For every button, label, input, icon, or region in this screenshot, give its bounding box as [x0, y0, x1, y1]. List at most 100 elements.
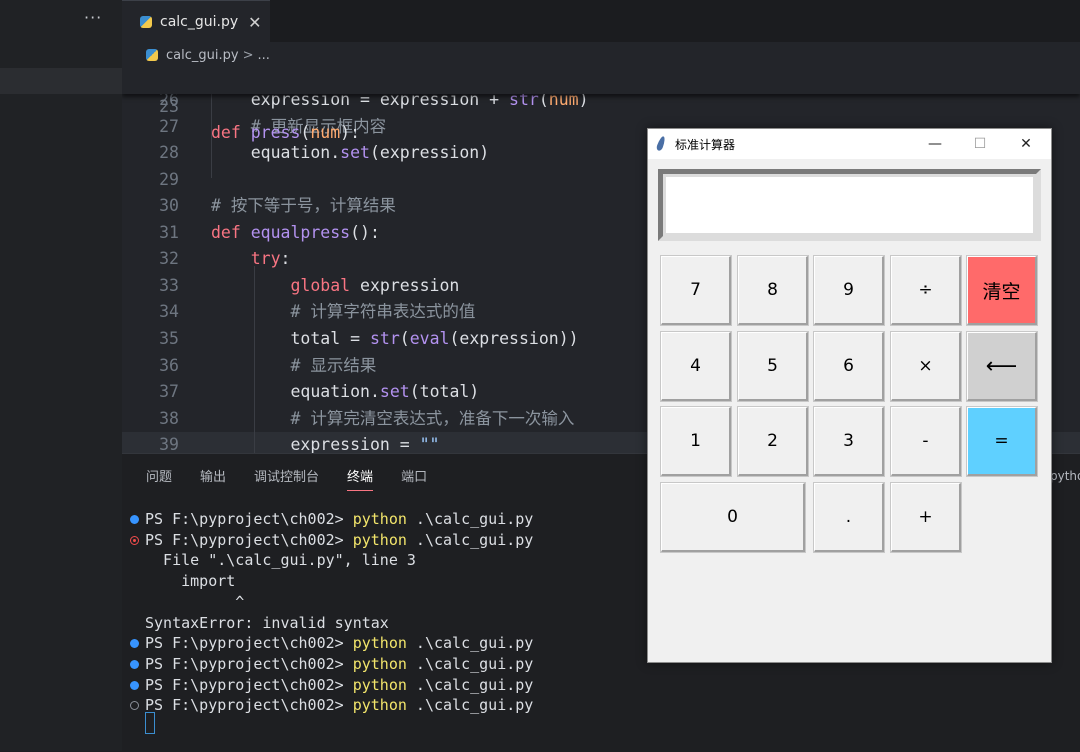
breadcrumb: calc_gui.py > ...	[122, 42, 1080, 68]
window-titlebar[interactable]: 标准计算器 — ☐ ✕	[648, 129, 1051, 159]
code-text: def press(num):	[211, 120, 360, 146]
code-token: expression =	[211, 435, 420, 453]
chevron-right-icon: >	[242, 47, 254, 63]
code-token: press	[250, 123, 301, 142]
key-7[interactable]: 7	[660, 255, 732, 326]
code-text: def equalpress():	[211, 220, 380, 246]
minimize-button[interactable]: —	[920, 131, 950, 157]
terminal-text: PS F:\pyproject\ch002> python .\calc_gui…	[145, 675, 533, 696]
code-token: (	[300, 123, 311, 142]
terminal-line: ^	[122, 592, 662, 613]
terminal-text: PS F:\pyproject\ch002> python .\calc_gui…	[145, 509, 533, 530]
terminal-prompt: PS F:\pyproject\ch002>	[145, 654, 353, 673]
equals-button[interactable]: =	[966, 406, 1038, 477]
line-number: 39	[159, 435, 179, 453]
terminal-line: PS F:\pyproject\ch002> python .\calc_gui…	[122, 530, 662, 551]
command-decoration-icon[interactable]	[130, 701, 139, 711]
terminal-args: .\calc_gui.py	[406, 696, 534, 715]
code-token: equalpress	[250, 222, 351, 242]
terminal-text: PS F:\pyproject\ch002> python .\calc_gui…	[145, 633, 533, 654]
terminal-args: .\calc_gui.py	[406, 530, 534, 549]
indent-guide	[254, 266, 255, 453]
terminal-prompt: PS F:\pyproject\ch002>	[145, 675, 353, 694]
line-number: 33	[159, 275, 179, 295]
key-0[interactable]: 0	[660, 482, 806, 553]
close-button[interactable]: ✕	[1011, 131, 1041, 157]
code-text: # 计算完清空表达式，准备下一次输入	[211, 406, 574, 432]
panel-tab[interactable]: 问题	[146, 466, 172, 491]
display-entry[interactable]	[666, 177, 1033, 233]
key-8[interactable]: 8	[737, 255, 809, 326]
panel-tab[interactable]: 调试控制台	[254, 466, 319, 491]
error-decoration-icon[interactable]	[130, 535, 139, 545]
terminal-prompt: PS F:\pyproject\ch002>	[145, 634, 353, 653]
breadcrumb-more[interactable]: ...	[257, 48, 269, 63]
terminal-line: import	[122, 571, 662, 592]
terminal-line: PS F:\pyproject\ch002> python .\calc_gui…	[122, 633, 662, 654]
key-multiply[interactable]: ×	[890, 331, 962, 402]
terminal-text: PS F:\pyproject\ch002> python .\calc_gui…	[145, 530, 533, 551]
terminal-line: PS F:\pyproject\ch002> python .\calc_gui…	[122, 675, 662, 696]
terminal-args: .\calc_gui.py	[406, 510, 534, 528]
terminal-args: .\calc_gui.py	[406, 654, 534, 673]
more-actions-icon[interactable]: ···	[84, 8, 102, 27]
terminal-command: python	[352, 510, 407, 528]
terminal-instance-label[interactable]: pytho	[1050, 469, 1080, 483]
terminal-line: SyntaxError: invalid syntax	[122, 613, 662, 634]
command-decoration-icon[interactable]	[130, 659, 139, 669]
tab-calc-gui[interactable]: calc_gui.py ✕	[122, 0, 270, 43]
key-divide[interactable]: ÷	[890, 255, 962, 326]
command-decoration-icon[interactable]	[130, 639, 139, 649]
line-number: 35	[159, 328, 179, 348]
key-9[interactable]: 9	[813, 255, 885, 326]
code-text: total = str(eval(expression))	[211, 326, 578, 352]
sidebar-selected-row[interactable]	[0, 68, 122, 94]
key-decimal[interactable]: .	[813, 482, 885, 553]
line-number: 23	[159, 97, 179, 116]
code-token: total =	[211, 328, 370, 348]
maximize-button[interactable]: ☐	[965, 131, 995, 157]
clear-button[interactable]: 清空	[966, 255, 1038, 326]
line-number: 30	[159, 196, 179, 216]
key-1[interactable]: 1	[660, 406, 732, 477]
code-text: # 按下等于号，计算结果	[211, 193, 396, 219]
breadcrumb-file[interactable]: calc_gui.py	[166, 48, 239, 63]
key-4[interactable]: 4	[660, 331, 732, 402]
code-token: expression	[360, 275, 460, 295]
code-token: global	[211, 275, 361, 295]
key-add[interactable]: +	[890, 482, 962, 553]
close-icon[interactable]: ✕	[248, 13, 261, 32]
code-token: # 计算完清空表达式，准备下一次输入	[211, 408, 575, 428]
key-2[interactable]: 2	[737, 406, 809, 477]
terminal-text: File ".\calc_gui.py", line 3	[145, 551, 416, 570]
key-subtract[interactable]: -	[890, 406, 962, 477]
key-6[interactable]: 6	[813, 331, 885, 402]
python-file-icon	[140, 16, 152, 28]
code-text: global expression	[211, 273, 459, 299]
terminal-line: File ".\calc_gui.py", line 3	[122, 550, 662, 571]
calculator-window: 标准计算器 — ☐ ✕ 7 8 9 ÷ 清空 4 5 6 × ⟵ 1 2 3 -…	[647, 128, 1052, 663]
code-text: # 计算字符串表达式的值	[211, 299, 475, 325]
key-3[interactable]: 3	[813, 406, 885, 477]
panel-tab[interactable]: 输出	[200, 466, 226, 491]
code-token: # 按下等于号，计算结果	[211, 196, 396, 216]
backspace-button[interactable]: ⟵	[966, 331, 1038, 402]
panel-tab[interactable]: 终端	[347, 466, 374, 491]
panel-tab[interactable]: 端口	[401, 466, 427, 491]
terminal-command: python	[352, 530, 407, 549]
explorer-sidebar: ···	[0, 0, 123, 751]
terminal-prompt: PS F:\pyproject\ch002>	[145, 696, 353, 715]
terminal-prompt: PS F:\pyproject\ch002>	[145, 530, 353, 549]
terminal-text: PS F:\pyproject\ch002> python .\calc_gui…	[145, 654, 533, 675]
command-decoration-icon[interactable]	[130, 515, 139, 524]
code-text: try:	[211, 246, 291, 272]
line-number: 37	[159, 382, 179, 402]
line-number: 31	[159, 222, 179, 242]
panel-tabs: 问题 输出 调试控制台 终端 端口	[146, 466, 455, 491]
code-token: :	[280, 249, 291, 269]
command-decoration-icon[interactable]	[130, 680, 139, 690]
sticky-scroll-line[interactable]: 23 def press(num):	[122, 68, 1080, 142]
terminal-text: import	[145, 572, 236, 591]
calculator-display[interactable]	[658, 169, 1041, 241]
key-5[interactable]: 5	[737, 331, 809, 402]
